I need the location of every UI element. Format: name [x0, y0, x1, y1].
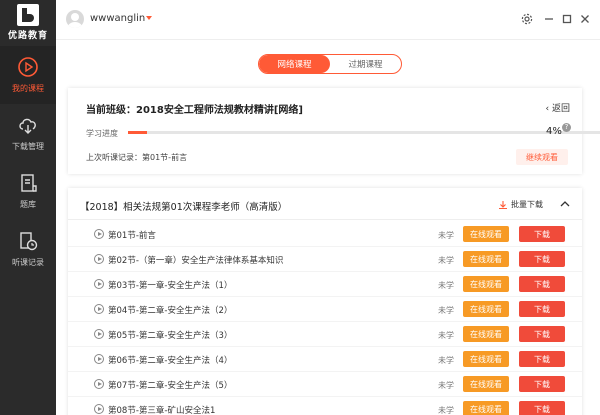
lesson-status: 未学 [438, 356, 454, 365]
logo-text: 优路教育 [7, 30, 48, 41]
app-logo: 优路教育 [0, 0, 56, 44]
sidebar-item-downloads[interactable]: 下载管理 [0, 104, 56, 162]
progress-fill [128, 131, 147, 134]
sidebar: 优路教育 我的课程 下载管理 题库 听课记录 [0, 0, 56, 415]
lesson-status: 未学 [438, 256, 454, 265]
sidebar-item-label: 下载管理 [12, 142, 44, 151]
sidebar-item-label: 我的课程 [12, 84, 44, 93]
play-circle-icon [18, 57, 38, 77]
sidebar-item-my-courses[interactable]: 我的课程 [0, 46, 56, 104]
play-icon[interactable] [94, 304, 104, 314]
download-button[interactable]: 下载 [519, 376, 565, 392]
continue-watching-button[interactable]: 继续观看 [516, 149, 568, 165]
download-button[interactable]: 下载 [519, 251, 565, 267]
download-icon [499, 200, 507, 209]
play-icon[interactable] [94, 354, 104, 364]
progress-label: 学习进度 [86, 129, 118, 138]
batch-download-label: 批量下载 [511, 200, 543, 209]
top-bar: wwwanglin [56, 0, 600, 40]
logo-icon [17, 3, 39, 26]
download-button[interactable]: 下载 [519, 226, 565, 242]
current-class-title: 当前班级：2018安全工程师法规教材精讲[网络] [86, 105, 303, 116]
download-button[interactable]: 下载 [519, 326, 565, 342]
lesson-name: 第03节-第一章-安全生产法（1） [108, 281, 233, 291]
progress-bar [128, 131, 600, 134]
lesson-name: 第06节-第二章-安全生产法（4） [108, 356, 233, 366]
watch-online-button[interactable]: 在线观看 [463, 276, 509, 292]
lesson-status: 未学 [438, 231, 454, 240]
watch-online-button[interactable]: 在线观看 [463, 251, 509, 267]
lesson-row[interactable]: 第01节-前言 未学 在线观看 下载 [68, 222, 582, 247]
lesson-status: 未学 [438, 381, 454, 390]
maximize-icon[interactable] [560, 12, 574, 26]
lesson-name: 第04节-第二章-安全生产法（2） [108, 306, 233, 316]
lesson-name: 第07节-第二章-安全生产法（5） [108, 381, 233, 391]
course-tabs: 网络课程 过期课程 [258, 54, 402, 74]
lesson-status: 未学 [438, 331, 454, 340]
lesson-row[interactable]: 第08节-第三章-矿山安全法1 未学 在线观看 下载 [68, 397, 582, 415]
cloud-download-icon [19, 118, 36, 134]
course-header: 【2018】相关法规第01次课程李老师（高清版） 批量下载 [68, 188, 582, 220]
sidebar-item-label: 听课记录 [12, 258, 44, 267]
sidebar-item-question-bank[interactable]: 题库 [0, 162, 56, 220]
play-icon[interactable] [94, 229, 104, 239]
lesson-status: 未学 [438, 406, 454, 415]
help-icon[interactable]: ? [562, 123, 571, 132]
watch-online-button[interactable]: 在线观看 [463, 351, 509, 367]
download-button[interactable]: 下载 [519, 301, 565, 317]
download-button[interactable]: 下载 [519, 351, 565, 367]
lesson-name: 第01节-前言 [108, 231, 156, 241]
play-icon[interactable] [94, 279, 104, 289]
back-button[interactable]: ‹ 返回 [546, 101, 570, 114]
play-icon[interactable] [94, 379, 104, 389]
batch-download-button[interactable]: 批量下载 [498, 199, 543, 210]
lesson-name: 第05节-第二章-安全生产法（3） [108, 331, 233, 341]
progress-percent: 4% [546, 126, 562, 137]
history-icon [20, 232, 38, 251]
tab-expired-courses[interactable]: 过期课程 [330, 55, 401, 73]
minimize-icon[interactable] [542, 12, 556, 26]
lesson-list-card: 【2018】相关法规第01次课程李老师（高清版） 批量下载 第01节-前言 未学在… [68, 188, 582, 415]
lesson-row[interactable]: 第02节-（第一章）安全生产法律体系基本知识 未学 在线观看 下载 [68, 247, 582, 272]
lesson-row[interactable]: 第03节-第一章-安全生产法（1） 未学 在线观看 下载 [68, 272, 582, 297]
download-button[interactable]: 下载 [519, 401, 565, 415]
chevron-down-icon[interactable] [146, 16, 152, 20]
settings-gear-icon[interactable] [520, 12, 534, 26]
last-record: 上次听课记录：第01节-前言 [86, 153, 188, 162]
close-icon[interactable] [578, 12, 592, 26]
lesson-status: 未学 [438, 306, 454, 315]
watch-online-button[interactable]: 在线观看 [463, 226, 509, 242]
chevron-up-icon[interactable] [558, 197, 572, 211]
watch-online-button[interactable]: 在线观看 [463, 401, 509, 415]
lesson-status: 未学 [438, 281, 454, 290]
question-bank-icon [21, 174, 37, 192]
watch-online-button[interactable]: 在线观看 [463, 301, 509, 317]
username[interactable]: wwwanglin [90, 13, 145, 24]
lesson-row[interactable]: 第04节-第二章-安全生产法（2） 未学 在线观看 下载 [68, 297, 582, 322]
back-label: 返回 [551, 104, 570, 114]
lesson-name: 第08节-第三章-矿山安全法1 [108, 406, 216, 415]
play-icon[interactable] [94, 254, 104, 264]
current-class-card: 当前班级：2018安全工程师法规教材精讲[网络] ‹ 返回 学习进度 4% ? … [68, 88, 600, 174]
sidebar-item-label: 题库 [20, 200, 36, 209]
play-icon[interactable] [94, 329, 104, 339]
play-icon[interactable] [94, 404, 104, 414]
tab-online-courses[interactable]: 网络课程 [259, 55, 330, 73]
watch-online-button[interactable]: 在线观看 [463, 376, 509, 392]
lesson-row[interactable]: 第05节-第二章-安全生产法（3） 未学 在线观看 下载 [68, 322, 582, 347]
watch-online-button[interactable]: 在线观看 [463, 326, 509, 342]
lesson-row[interactable]: 第06节-第二章-安全生产法（4） 未学 在线观看 下载 [68, 347, 582, 372]
lesson-name: 第02节-（第一章）安全生产法律体系基本知识 [108, 256, 284, 266]
lesson-row[interactable]: 第07节-第二章-安全生产法（5） 未学 在线观看 下载 [68, 372, 582, 397]
course-title: 【2018】相关法规第01次课程李老师（高清版） [80, 202, 288, 213]
download-button[interactable]: 下载 [519, 276, 565, 292]
avatar[interactable] [66, 10, 84, 28]
sidebar-item-history[interactable]: 听课记录 [0, 220, 56, 278]
